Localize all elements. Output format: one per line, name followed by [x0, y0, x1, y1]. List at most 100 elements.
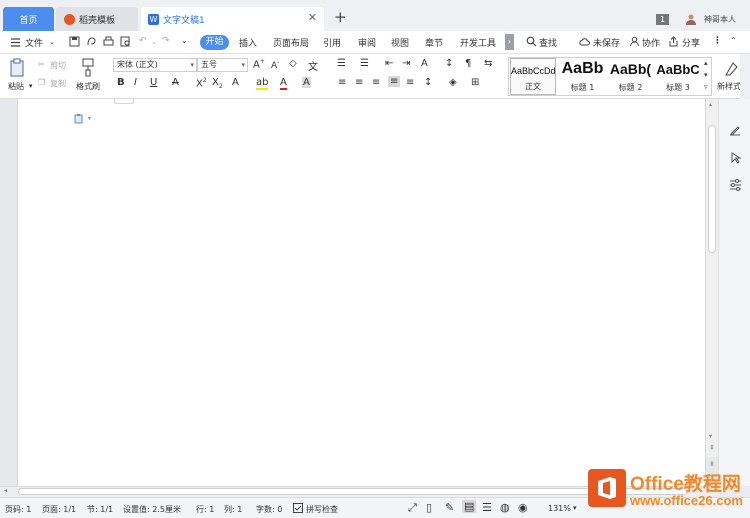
- word-count[interactable]: 字数: 0: [256, 504, 282, 515]
- close-tab-icon[interactable]: ✕: [308, 11, 317, 24]
- spell-check-icon[interactable]: [293, 503, 303, 513]
- tab-document[interactable]: W 文字文稿1 ✕: [141, 7, 324, 31]
- export-pdf-icon[interactable]: [86, 36, 97, 47]
- align-left-icon[interactable]: ≡: [338, 77, 346, 88]
- annotate-icon[interactable]: ✎: [445, 501, 454, 514]
- highlight-icon[interactable]: ab: [256, 77, 269, 90]
- share-icon[interactable]: [668, 36, 679, 47]
- customize-toolbar-icon[interactable]: ⌄: [181, 36, 188, 45]
- phonetic-guide-icon[interactable]: 文: [308, 58, 318, 73]
- style-heading-1[interactable]: AaBb 标题 1: [558, 58, 607, 95]
- pen-icon[interactable]: [729, 124, 741, 136]
- copy-label[interactable]: 复制: [50, 78, 66, 89]
- menu-view[interactable]: 视图: [391, 36, 409, 49]
- line-spacing-icon[interactable]: ↕: [424, 77, 432, 88]
- fullscreen-icon[interactable]: ⤢: [408, 501, 417, 515]
- settings-sliders-icon[interactable]: [729, 179, 742, 191]
- collaborate-icon[interactable]: [629, 36, 640, 47]
- undo-dropdown-icon[interactable]: ⌄: [151, 38, 157, 46]
- increase-indent-icon[interactable]: ⇥: [402, 58, 410, 69]
- zoom-level[interactable]: 131%: [548, 504, 571, 513]
- unsaved-status[interactable]: 未保存: [593, 36, 620, 49]
- clear-format-icon[interactable]: ◇: [289, 58, 297, 69]
- collapse-ribbon-icon[interactable]: ⌃: [730, 36, 737, 45]
- distributed-icon[interactable]: ≡: [406, 77, 414, 88]
- subscript-icon[interactable]: X2: [212, 77, 223, 90]
- character-shading-icon[interactable]: A: [302, 77, 311, 88]
- style-scroll-down-icon[interactable]: ▾: [704, 71, 708, 79]
- page-number[interactable]: 页码: 1: [5, 504, 31, 515]
- menu-section[interactable]: 章节: [425, 36, 443, 49]
- underline-icon[interactable]: U: [150, 77, 157, 88]
- save-icon[interactable]: [69, 36, 80, 47]
- print-preview-icon[interactable]: [120, 36, 131, 47]
- text-effects-icon[interactable]: A: [232, 77, 239, 88]
- tab-stops-icon[interactable]: ⇆: [484, 58, 492, 69]
- style-normal[interactable]: AaBbCcDd 正文: [510, 58, 556, 95]
- cut-icon[interactable]: ✂: [38, 60, 45, 69]
- paste-options-dropdown-icon[interactable]: ▾: [88, 115, 91, 122]
- superscript-icon[interactable]: X2: [196, 77, 207, 89]
- paste-options-icon[interactable]: [74, 113, 84, 124]
- style-heading-2[interactable]: AaBb( 标题 2: [607, 58, 654, 95]
- menu-insert[interactable]: 插入: [239, 36, 257, 49]
- scroll-down-icon[interactable]: ▾: [709, 433, 712, 440]
- document-page[interactable]: ▾: [17, 99, 706, 489]
- more-options-icon[interactable]: ⋮: [713, 36, 722, 46]
- align-center-icon[interactable]: ≡: [355, 77, 363, 88]
- new-tab-button[interactable]: +: [334, 8, 347, 26]
- style-scroll-up-icon[interactable]: ▴: [704, 59, 708, 67]
- new-style-icon[interactable]: [724, 60, 740, 77]
- hamburger-icon[interactable]: [10, 37, 21, 48]
- select-cursor-icon[interactable]: [730, 152, 742, 164]
- numbering-icon[interactable]: ☰: [360, 58, 369, 69]
- menu-collaborate[interactable]: 协作: [642, 36, 660, 49]
- prev-page-icon[interactable]: ⇞: [707, 444, 717, 452]
- justify-icon[interactable]: ≡: [388, 76, 401, 87]
- menu-find[interactable]: 查找: [539, 36, 557, 49]
- user-name[interactable]: 神哥本人: [704, 14, 736, 25]
- window-count-badge[interactable]: 1: [656, 14, 669, 25]
- column-number[interactable]: 列: 1: [224, 504, 242, 515]
- style-heading-3[interactable]: AaBbC 标题 3: [654, 58, 702, 95]
- align-right-icon[interactable]: ≡: [372, 77, 380, 88]
- format-painter-icon[interactable]: [80, 58, 96, 77]
- menu-start[interactable]: 开始: [200, 35, 229, 50]
- decrease-indent-icon[interactable]: ⇤: [385, 58, 393, 69]
- bullets-icon[interactable]: ☰: [337, 58, 346, 69]
- new-style-label[interactable]: 新样式: [717, 81, 741, 92]
- ribbon-scroll-right[interactable]: [740, 54, 750, 99]
- borders-icon[interactable]: ⊞: [471, 77, 479, 88]
- paste-dropdown-icon[interactable]: ▾: [29, 82, 33, 90]
- bold-icon[interactable]: B: [117, 77, 125, 88]
- row-number[interactable]: 行: 1: [196, 504, 214, 515]
- font-color-icon[interactable]: A: [280, 77, 287, 90]
- font-name-select[interactable]: 宋体 (正文) ▾: [113, 58, 197, 72]
- scroll-up-icon[interactable]: ▴: [709, 101, 712, 108]
- page-count[interactable]: 页面: 1/1: [42, 504, 76, 515]
- format-painter-label[interactable]: 格式刷: [76, 81, 100, 92]
- reading-mode-icon[interactable]: ▯: [426, 501, 432, 514]
- menu-review[interactable]: 审阅: [358, 36, 376, 49]
- style-expand-icon[interactable]: ▿: [704, 83, 708, 91]
- page-view-icon[interactable]: ▤: [462, 500, 477, 513]
- position-setting[interactable]: 设置值: 2.5厘米: [123, 504, 181, 515]
- tab-templates[interactable]: 稻壳模板: [56, 7, 138, 31]
- menu-page-layout[interactable]: 页面布局: [273, 36, 309, 49]
- shading-icon[interactable]: ◈: [449, 77, 457, 88]
- menu-developer[interactable]: 开发工具: [460, 36, 496, 49]
- menu-file[interactable]: 文件: [25, 36, 43, 49]
- scroll-left-icon[interactable]: ◂: [4, 487, 7, 494]
- paste-icon[interactable]: [10, 58, 27, 77]
- shrink-font-icon[interactable]: A-: [271, 59, 279, 71]
- print-icon[interactable]: [103, 36, 114, 47]
- section-count[interactable]: 节: 1/1: [87, 504, 113, 515]
- tab-home[interactable]: 首页: [3, 7, 54, 31]
- web-view-icon[interactable]: ◍: [500, 501, 510, 514]
- show-marks-icon[interactable]: ¶: [465, 58, 471, 69]
- font-size-select[interactable]: 五号 ▾: [197, 58, 248, 72]
- cut-label[interactable]: 剪切: [50, 60, 66, 71]
- search-icon[interactable]: [526, 36, 537, 47]
- italic-icon[interactable]: I: [134, 77, 137, 88]
- outline-view-icon[interactable]: ☰: [482, 501, 492, 514]
